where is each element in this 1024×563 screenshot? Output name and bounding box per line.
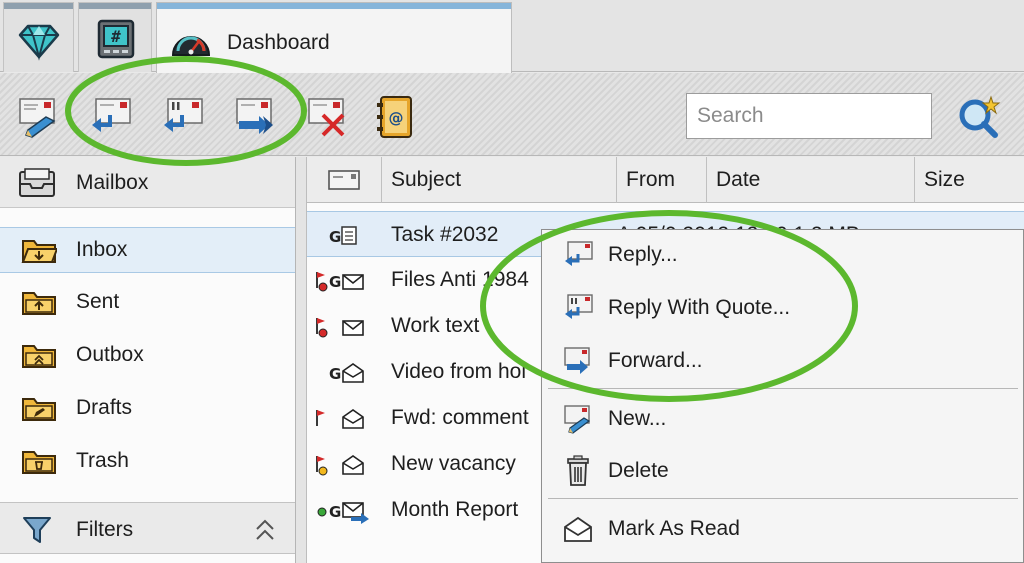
svg-text:G: G — [329, 273, 341, 291]
row-subject: Fwd: comment — [391, 406, 529, 429]
folder-drafts[interactable]: Drafts — [0, 386, 295, 432]
drafts-folder-icon — [22, 398, 56, 421]
folder-label: Inbox — [76, 238, 128, 261]
row-subject: Work text — [391, 314, 480, 337]
svg-text:G: G — [329, 365, 341, 383]
tab-terminal[interactable]: # — [78, 2, 152, 72]
menu-item-label: New... — [608, 407, 667, 430]
inbox-folder-icon — [21, 240, 57, 263]
menu-item-label: Delete — [608, 459, 669, 482]
folder-outbox[interactable]: Outbox — [0, 333, 295, 379]
attachment-icon: G — [329, 226, 357, 246]
folder-inbox[interactable]: Inbox — [0, 227, 295, 273]
forwarded-icon: G — [317, 502, 369, 524]
menu-item-label: Reply With Quote... — [608, 296, 791, 319]
tab-accent — [157, 3, 511, 9]
diamond-icon — [18, 24, 60, 61]
column-type[interactable] — [307, 157, 382, 203]
tab-dashboard[interactable]: Dashboard — [156, 2, 512, 73]
menu-separator — [548, 388, 1018, 389]
filter-icon — [23, 517, 51, 543]
context-menu: Reply... Reply With Quote... Forward... … — [541, 229, 1024, 563]
menu-item-label: Mark As Read — [608, 517, 740, 540]
row-subject: Task #2032 — [391, 223, 499, 246]
menu-item-forward[interactable]: Forward... — [548, 339, 1018, 383]
column-subject[interactable]: Subject — [382, 157, 617, 203]
splitter[interactable] — [296, 157, 307, 563]
envelope-open-icon: G — [329, 363, 364, 383]
search-icon[interactable] — [955, 91, 1003, 141]
flag-red-icon — [316, 318, 364, 338]
chevron-double-up-icon[interactable] — [254, 518, 276, 542]
tab-bar: # Dashboard — [0, 0, 1024, 73]
mailbox-icon — [19, 168, 55, 197]
column-size[interactable]: Size — [915, 157, 1024, 203]
compose-icon — [564, 405, 591, 434]
delete-mail-icon[interactable] — [305, 95, 351, 139]
folder-trash[interactable]: Trash — [0, 439, 295, 485]
compose-icon[interactable] — [16, 95, 62, 139]
folder-label: Outbox — [76, 343, 144, 366]
svg-text:@: @ — [389, 109, 404, 127]
row-subject: Month Report — [391, 498, 519, 521]
row-subject: Video from hol — [391, 360, 527, 383]
flag-red-icon: G — [316, 272, 364, 292]
sent-folder-icon — [22, 292, 56, 315]
folder-label: Trash — [76, 449, 129, 472]
flag-yellow-icon — [316, 455, 364, 476]
flag-red-icon — [316, 409, 364, 429]
tab-accent — [79, 3, 151, 9]
svg-text:G: G — [329, 228, 341, 246]
menu-separator — [548, 498, 1018, 499]
filters-header[interactable]: Filters — [0, 502, 295, 554]
menu-item-new[interactable]: New... — [548, 397, 1018, 441]
menu-item-delete[interactable]: Delete — [548, 449, 1018, 493]
svg-text:#: # — [111, 27, 121, 46]
outbox-folder-icon — [22, 345, 56, 368]
menu-item-mark-as-read[interactable]: Mark As Read — [548, 507, 1018, 551]
folder-label: Sent — [76, 290, 120, 313]
forward-icon — [564, 347, 590, 374]
trash-folder-icon — [22, 451, 56, 474]
reply-quote-icon[interactable] — [160, 95, 206, 139]
reply-quote-icon — [565, 294, 593, 319]
menu-item-label: Reply... — [608, 243, 678, 266]
row-subject: Files Anti 1984 — [391, 268, 529, 291]
envelope-column-icon — [328, 170, 360, 190]
menu-item-label: Forward... — [608, 349, 703, 372]
tab-dashboard-label: Dashboard — [227, 31, 330, 54]
mailbox-label: Mailbox — [76, 171, 149, 194]
trash-icon — [567, 455, 589, 486]
menu-item-reply-with-quote[interactable]: Reply With Quote... — [548, 286, 1018, 330]
reply-icon[interactable] — [88, 95, 134, 139]
toolbar: @ — [0, 73, 1024, 156]
mail-read-icon — [564, 516, 592, 542]
svg-text:G: G — [329, 503, 341, 521]
reply-icon — [565, 241, 593, 266]
address-book-icon[interactable]: @ — [372, 95, 418, 139]
row-subject: New vacancy — [391, 452, 516, 475]
list-header: Subject From Date Size — [307, 157, 1024, 203]
column-date[interactable]: Date — [707, 157, 915, 203]
forward-icon[interactable] — [233, 95, 279, 139]
folder-sent[interactable]: Sent — [0, 280, 295, 326]
menu-item-reply[interactable]: Reply... — [548, 233, 1018, 277]
filters-label: Filters — [76, 518, 134, 541]
terminal-icon: # — [97, 19, 135, 59]
tab-home[interactable] — [3, 2, 74, 72]
sidebar: Mailbox Inbox Sent Outbox Drafts Trash F… — [0, 157, 296, 563]
column-from[interactable]: From — [617, 157, 707, 203]
tab-accent — [4, 3, 73, 9]
search-input[interactable] — [686, 93, 932, 139]
folder-label: Drafts — [76, 396, 133, 419]
mailbox-header[interactable]: Mailbox — [0, 157, 295, 208]
speedometer-icon — [171, 36, 211, 56]
